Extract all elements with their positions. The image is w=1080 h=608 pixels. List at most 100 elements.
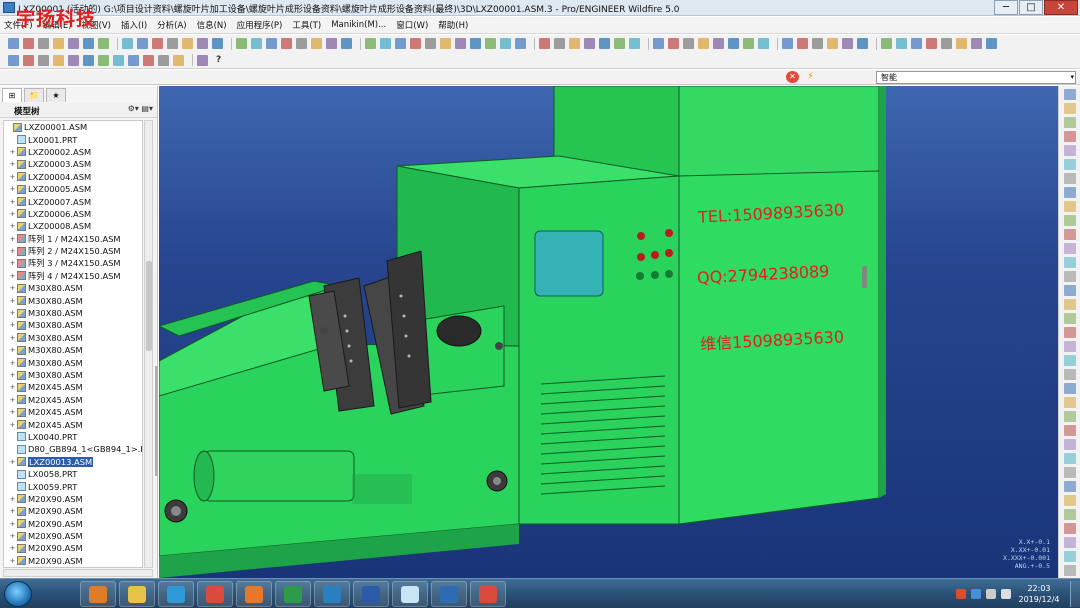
expand-icon[interactable]: + <box>8 532 17 540</box>
tree-item[interactable]: + M20X90.ASM <box>4 555 142 567</box>
tree-item[interactable]: LX0001.PRT <box>4 133 142 145</box>
feature-tool-icon[interactable] <box>1063 103 1076 114</box>
expand-icon[interactable]: + <box>8 557 17 565</box>
tree-item[interactable]: + M30X80.ASM <box>4 294 142 306</box>
toolbar-tool-icon[interactable] <box>113 54 124 66</box>
feature-tool-icon[interactable] <box>1063 201 1076 212</box>
tree-item[interactable]: + M30X80.ASM <box>4 369 142 381</box>
tree-item[interactable]: + M20X45.ASM <box>4 406 142 418</box>
maximize-button[interactable]: □ <box>1019 0 1043 15</box>
feature-tool-icon[interactable] <box>1063 425 1076 436</box>
feature-tool-icon[interactable] <box>1063 187 1076 198</box>
taskbar-app-app-store[interactable] <box>236 581 272 607</box>
tree-item[interactable]: + M20X90.ASM <box>4 518 142 530</box>
help-icon[interactable] <box>971 589 981 599</box>
tree-item[interactable]: + LXZ00013.ASM <box>4 456 142 468</box>
tree-item[interactable]: + M20X90.ASM <box>4 542 142 554</box>
toolbar-tool-icon[interactable] <box>8 54 19 66</box>
tree-item[interactable]: + M30X80.ASM <box>4 319 142 331</box>
expand-icon[interactable]: + <box>8 458 17 466</box>
toolbar-tool-icon[interactable] <box>713 38 724 49</box>
clock[interactable]: 22:03 2019/12/4 <box>1016 583 1062 605</box>
feature-tool-icon[interactable] <box>1063 565 1076 576</box>
toolbar-tool-icon[interactable] <box>98 38 109 49</box>
expand-icon[interactable]: + <box>8 185 17 193</box>
toolbar-tool-icon[interactable] <box>281 38 292 49</box>
feature-tool-icon[interactable] <box>1063 159 1076 170</box>
feature-tool-icon[interactable] <box>1063 523 1076 534</box>
expand-icon[interactable]: + <box>8 148 17 156</box>
toolbar-tool-icon[interactable] <box>182 38 193 49</box>
expand-icon[interactable]: + <box>8 297 17 305</box>
feature-tool-icon[interactable] <box>1063 537 1076 548</box>
feature-tool-icon[interactable] <box>1063 383 1076 394</box>
taskbar-app-pdf[interactable] <box>470 581 506 607</box>
toolbar-tool-icon[interactable] <box>53 54 64 66</box>
tree-item[interactable]: LXZ00001.ASM <box>4 121 142 133</box>
toolbar-tool-icon[interactable] <box>365 38 376 49</box>
feature-tool-icon[interactable] <box>1063 229 1076 240</box>
tree-item[interactable]: + M20X90.ASM <box>4 505 142 517</box>
toolbar-tool-icon[interactable] <box>554 38 565 49</box>
toolbar-tool-icon[interactable] <box>698 38 709 49</box>
toolbar-tool-icon[interactable] <box>8 38 19 49</box>
toolbar-tool-icon[interactable] <box>857 38 868 49</box>
toolbar-tool-icon[interactable] <box>629 38 640 49</box>
toolbar-tool-icon[interactable] <box>326 38 337 49</box>
menu-item[interactable]: Manikin(M)... <box>331 20 386 30</box>
start-button[interactable] <box>4 581 32 607</box>
toolbar-tool-icon[interactable] <box>296 38 307 49</box>
smart-filter-select[interactable]: 智能 ▾ <box>876 71 1076 84</box>
expand-icon[interactable]: + <box>8 495 17 503</box>
toolbar-tool-icon[interactable] <box>842 38 853 49</box>
menu-item[interactable]: 信息(N) <box>197 19 227 31</box>
tree-item[interactable]: + M30X80.ASM <box>4 282 142 294</box>
tree-vertical-scrollbar[interactable] <box>144 120 153 568</box>
toolbar-tool-icon[interactable] <box>569 38 580 49</box>
toolbar-tool-icon[interactable] <box>986 38 997 49</box>
toolbar-tool-icon[interactable] <box>197 54 208 66</box>
toolbar-tool-icon[interactable] <box>440 38 451 49</box>
tree-item[interactable]: + LXZ00008.ASM <box>4 220 142 232</box>
taskbar-app-proe[interactable] <box>431 581 467 607</box>
tree-settings-buttons[interactable]: ⚙▾ ▤▾ <box>128 104 153 113</box>
toolbar-tool-icon[interactable] <box>53 38 64 49</box>
tree-item[interactable]: + M20X90.ASM <box>4 530 142 542</box>
expand-icon[interactable]: + <box>8 259 17 267</box>
expand-icon[interactable]: + <box>8 210 17 218</box>
toolbar-tool-icon[interactable] <box>653 38 664 49</box>
graphics-viewport[interactable]: TEL:15098935630 QQ:2794238089 维信15098935… <box>159 86 1058 578</box>
toolbar-tool-icon[interactable] <box>137 38 148 49</box>
toolbar-tool-icon[interactable] <box>380 38 391 49</box>
toolbar-tool-icon[interactable] <box>341 38 352 49</box>
feature-tool-icon[interactable] <box>1063 495 1076 506</box>
feature-tool-icon[interactable] <box>1063 299 1076 310</box>
feature-tool-icon[interactable] <box>1063 509 1076 520</box>
tree-item[interactable]: + 阵列 4 / M24X150.ASM <box>4 270 142 282</box>
taskbar-app-ie[interactable] <box>158 581 194 607</box>
feature-tool-icon[interactable] <box>1063 453 1076 464</box>
toolbar-tool-icon[interactable] <box>782 38 793 49</box>
toolbar-tool-icon[interactable] <box>599 38 610 49</box>
tab-model-tree[interactable]: ⊞ <box>2 88 22 102</box>
toolbar-tool-icon[interactable] <box>515 38 526 49</box>
volume-icon[interactable] <box>1001 589 1011 599</box>
toolbar-tool-icon[interactable] <box>167 38 178 49</box>
tree-horizontal-scrollbar[interactable] <box>3 569 153 577</box>
expand-icon[interactable]: + <box>8 359 17 367</box>
taskbar-app-excel[interactable] <box>275 581 311 607</box>
toolbar-tool-icon[interactable] <box>881 38 892 49</box>
expand-icon[interactable]: + <box>8 272 17 280</box>
feature-tool-icon[interactable] <box>1063 551 1076 562</box>
toolbar-tool-icon[interactable] <box>98 54 109 66</box>
toolbar-tool-icon[interactable] <box>455 38 466 49</box>
toolbar-tool-icon[interactable] <box>926 38 937 49</box>
toolbar-tool-icon[interactable] <box>896 38 907 49</box>
feature-tool-icon[interactable] <box>1063 411 1076 422</box>
toolbar-tool-icon[interactable] <box>23 54 34 66</box>
tree-item[interactable]: + M30X80.ASM <box>4 344 142 356</box>
expand-icon[interactable]: + <box>8 309 17 317</box>
feature-tool-icon[interactable] <box>1063 257 1076 268</box>
expand-icon[interactable]: + <box>8 235 17 243</box>
tab-folder-browser[interactable]: 📁 <box>24 88 44 102</box>
